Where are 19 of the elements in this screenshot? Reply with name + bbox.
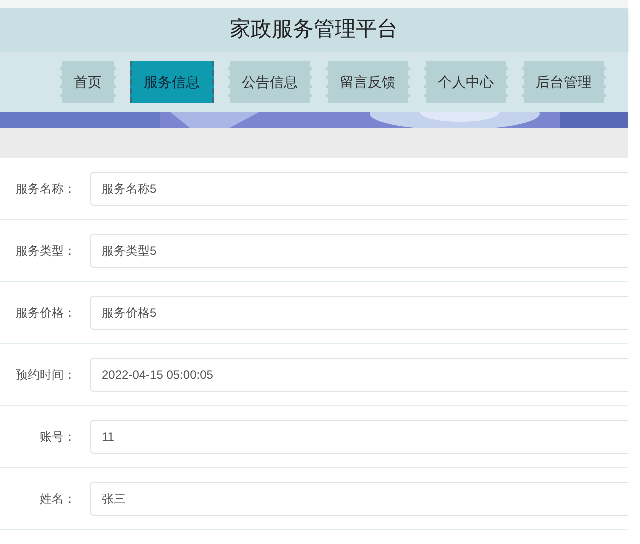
text-field[interactable]: 张三 (90, 482, 628, 516)
field-label: 姓名： (39, 490, 77, 508)
nav-tab[interactable]: 个人中心 (424, 61, 508, 103)
field-label: 账号： (39, 428, 77, 446)
field-label: 服务名称： (15, 180, 77, 198)
field-label: 服务价格： (15, 304, 77, 322)
nav-tab[interactable]: 服务信息 (130, 61, 214, 103)
text-field[interactable]: 11 (90, 420, 628, 454)
field-label: 服务类型： (15, 242, 77, 260)
text-field[interactable]: 2022-04-15 05:00:05 (90, 358, 628, 392)
nav-tab[interactable]: 后台管理 (522, 61, 606, 103)
text-field[interactable]: 服务价格5 (90, 296, 628, 330)
site-title: 家政服务管理平台 (230, 17, 398, 44)
nav-tab[interactable]: 留言反馈 (326, 61, 410, 103)
field-label: 预约时间： (15, 366, 77, 384)
nav-tab[interactable]: 公告信息 (228, 61, 312, 103)
text-field[interactable]: 服务类型5 (90, 234, 628, 268)
nav-tab[interactable]: 首页 (60, 61, 116, 103)
text-field[interactable]: 服务名称5 (90, 172, 628, 206)
